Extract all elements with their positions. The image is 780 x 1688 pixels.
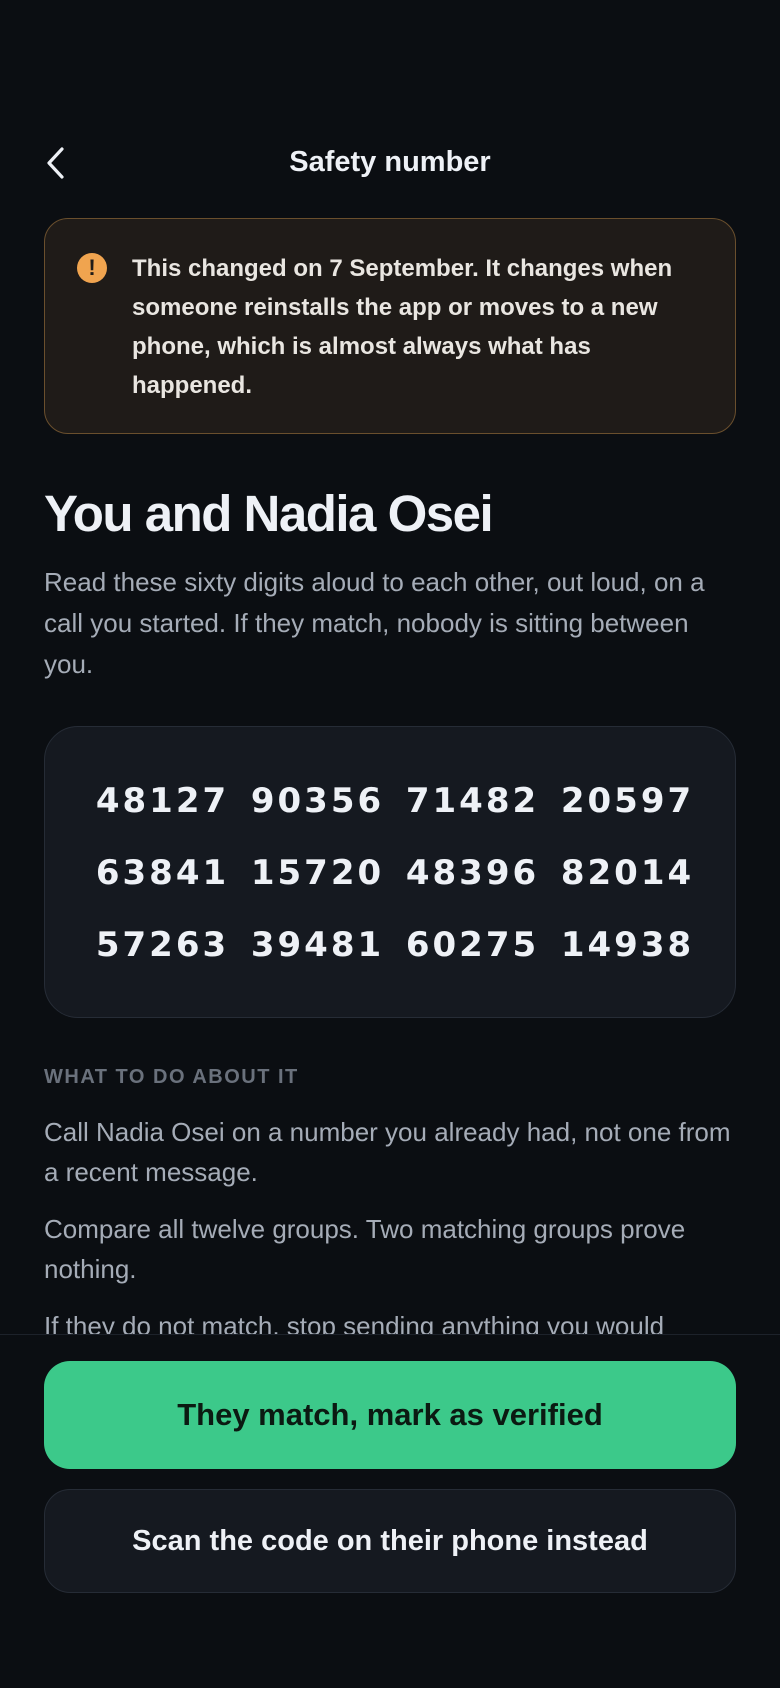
number-group: 82014 (560, 853, 695, 893)
number-group: 90356 (250, 781, 385, 821)
exclamation-circle-icon: ! (77, 253, 107, 283)
safety-number-card: 48127 90356 71482 20597 63841 15720 4839… (44, 726, 736, 1018)
page-title: Safety number (289, 146, 491, 178)
scan-code-button[interactable]: Scan the code on their phone instead (44, 1489, 736, 1593)
number-group: 48127 (95, 781, 230, 821)
safety-number-changed-banner: ! This changed on 7 September. It change… (44, 218, 736, 434)
instructions-text: Read these sixty digits aloud to each ot… (44, 567, 705, 679)
number-group: 15720 (250, 853, 385, 893)
guidance-step: Compare all twelve groups. Two matching … (44, 1214, 686, 1284)
top-bar: Safety number (0, 130, 780, 204)
guidance-steps: Call Nadia Osei on a number you already … (44, 1112, 744, 1336)
mark-verified-button[interactable]: They match, mark as verified (44, 1361, 736, 1469)
number-group: 57263 (95, 925, 230, 965)
number-group: 14938 (560, 925, 695, 965)
warning-text: This changed on 7 September. It changes … (132, 255, 673, 399)
number-group: 20597 (560, 781, 695, 821)
number-group: 71482 (405, 781, 540, 821)
number-group: 39481 (250, 925, 385, 965)
safety-number-grid: 48127 90356 71482 20597 63841 15720 4839… (85, 779, 705, 967)
guidance-step: If they do not match, stop sending anyth… (44, 1311, 665, 1336)
number-group: 63841 (95, 853, 230, 893)
action-bar: They match, mark as verified Scan the co… (0, 1334, 780, 1688)
contact-heading: You and Nadia Osei (44, 485, 494, 542)
number-group: 60275 (405, 925, 540, 965)
safety-number-screen: Safety number ! This changed on 7 Septem… (0, 0, 780, 1688)
guidance-step: Call Nadia Osei on a number you already … (44, 1117, 731, 1187)
number-group: 48396 (405, 853, 540, 893)
section-label: WHAT TO DO ABOUT IT (44, 1066, 299, 1088)
